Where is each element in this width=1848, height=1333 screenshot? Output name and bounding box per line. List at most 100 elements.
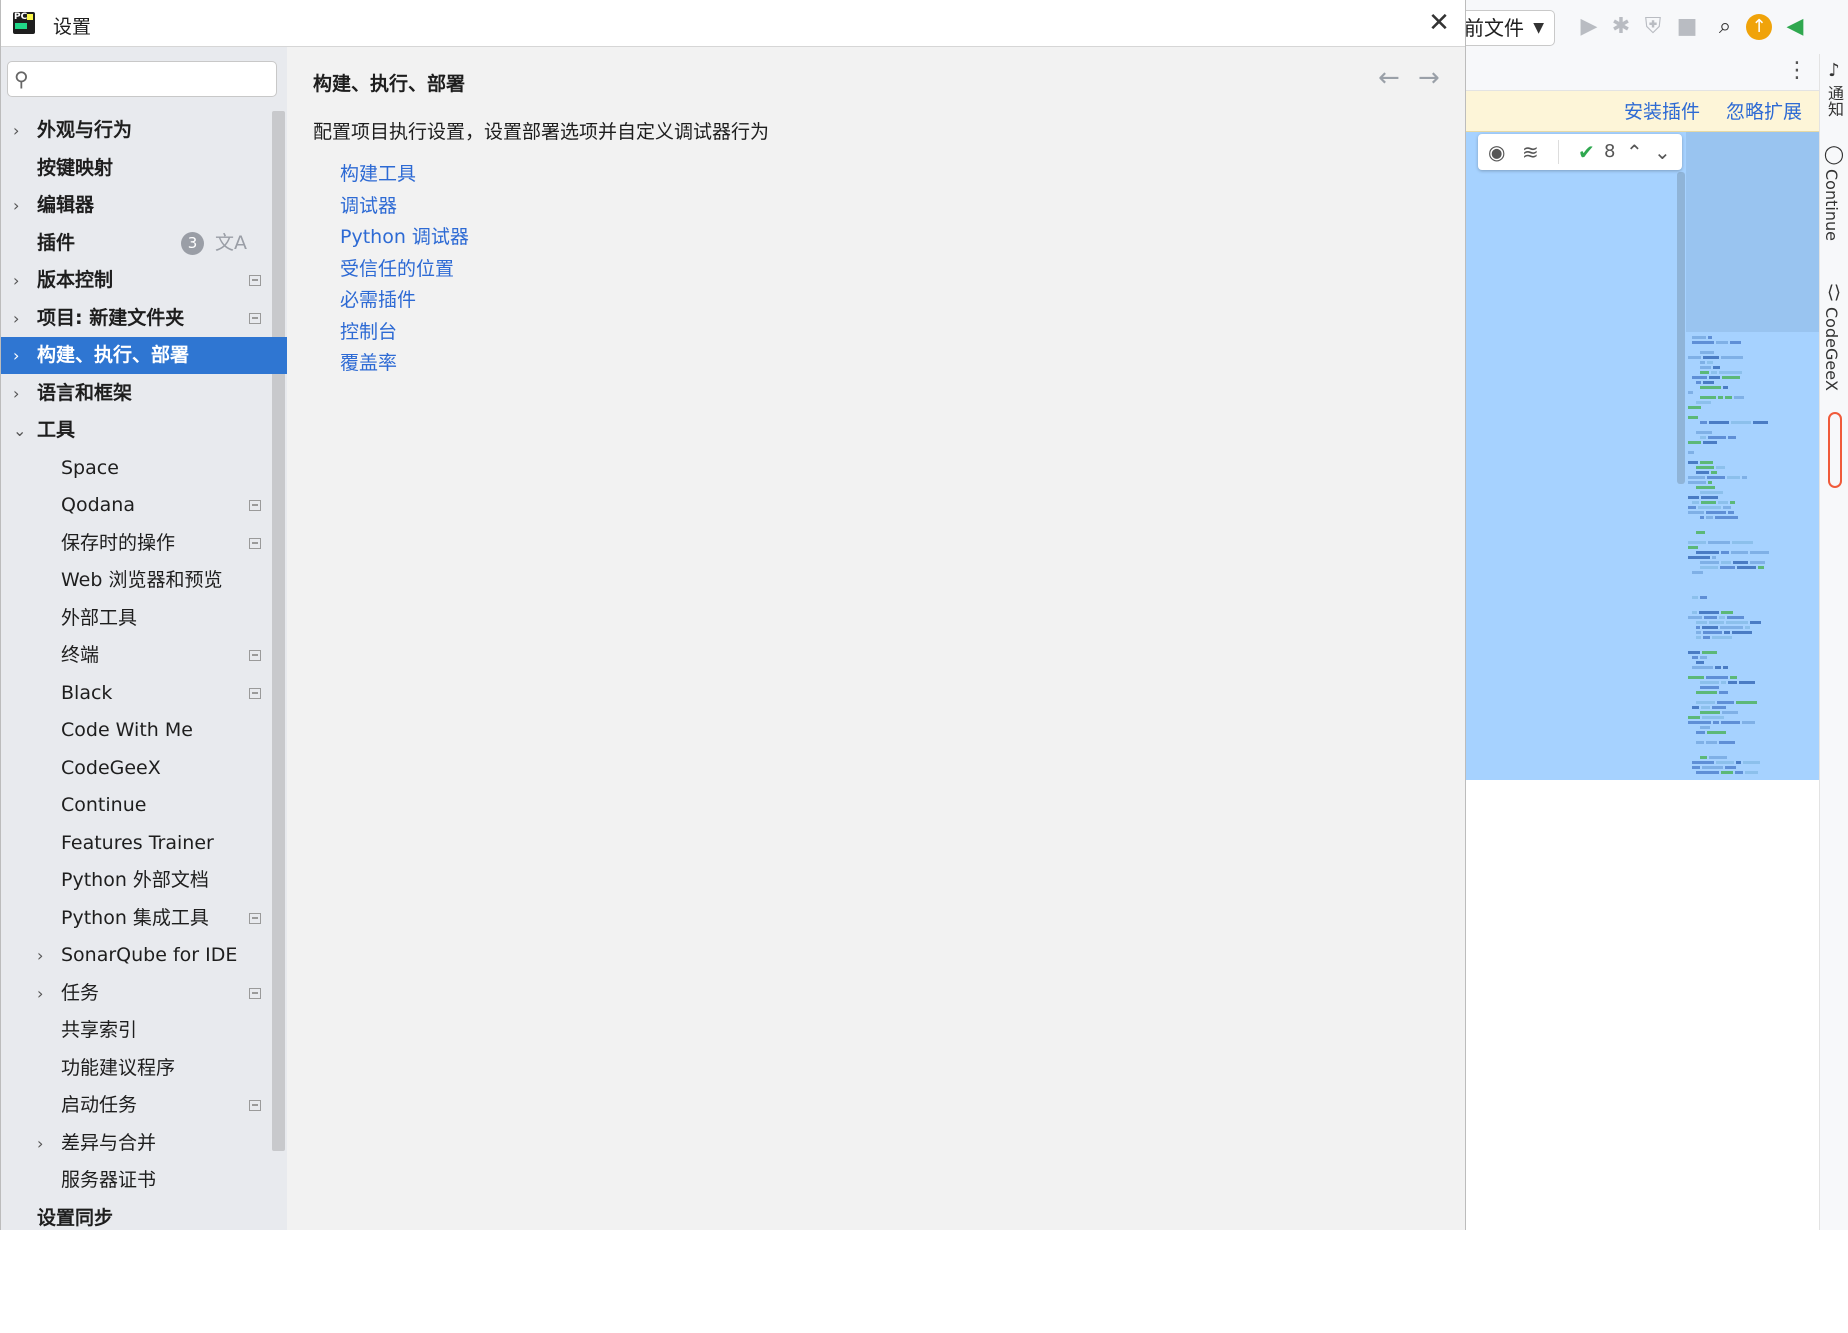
coverage-icon[interactable]: ⛨ bbox=[1638, 12, 1668, 42]
update-icon[interactable]: ↑ bbox=[1746, 14, 1772, 40]
codegeex-tool[interactable]: ⟨⟩ CodeGeeX bbox=[1822, 282, 1846, 391]
install-plugin-link[interactable]: 安装插件 bbox=[1624, 97, 1700, 124]
minimap-code-line bbox=[1709, 376, 1720, 379]
chevron-right-icon[interactable]: › bbox=[13, 375, 19, 412]
project-settings-icon bbox=[249, 275, 261, 286]
subpage-link[interactable]: 控制台 bbox=[340, 317, 397, 344]
sidebar-item-11[interactable]: 保存时的操作 bbox=[1, 525, 287, 562]
code-editor[interactable]: ◉ ≋ ✔ 8 ⌃ ⌄ 知乎 @涂鸦 bbox=[1464, 132, 1820, 1330]
stop-icon[interactable]: ■ bbox=[1672, 12, 1702, 42]
sidebar-item-13[interactable]: 外部工具 bbox=[1, 600, 287, 637]
memory-indicator[interactable] bbox=[1828, 412, 1842, 488]
sidebar-item-5[interactable]: › 项目: 新建文件夹 bbox=[1, 300, 287, 337]
minimap-code-line bbox=[1700, 436, 1706, 439]
minimap-code-line bbox=[1722, 376, 1740, 379]
sidebar-item-3[interactable]: 插件 3 文A bbox=[1, 225, 287, 262]
minimap-code-line bbox=[1688, 356, 1701, 359]
chevron-right-icon[interactable]: › bbox=[13, 262, 19, 299]
minimap-code-line bbox=[1717, 701, 1734, 704]
sidebar-item-26[interactable]: 启动任务 bbox=[1, 1087, 287, 1124]
sidebar-item-12[interactable]: Web 浏览器和预览 bbox=[1, 562, 287, 599]
chevron-right-icon[interactable]: › bbox=[13, 187, 19, 224]
chevron-right-icon[interactable]: › bbox=[37, 1125, 43, 1162]
editor-scrollbar[interactable] bbox=[1677, 172, 1685, 484]
chevron-right-icon[interactable]: › bbox=[13, 337, 19, 374]
ignore-extension-link[interactable]: 忽略扩展 bbox=[1726, 97, 1802, 124]
sidebar-item-23[interactable]: › 任务 bbox=[1, 975, 287, 1012]
minimap-code-line bbox=[1732, 541, 1753, 544]
search-icon[interactable]: ⌕ bbox=[1710, 12, 1740, 42]
sidebar-item-20[interactable]: Python 外部文档 bbox=[1, 862, 287, 899]
forward-arrow-icon[interactable]: → bbox=[1418, 63, 1440, 93]
search-input[interactable] bbox=[42, 66, 272, 92]
pycharm-icon: PC bbox=[13, 12, 35, 34]
run-config-dropdown[interactable]: 前文件 ▼ bbox=[1464, 10, 1555, 46]
project-settings-icon bbox=[249, 500, 261, 511]
close-button[interactable]: ✕ bbox=[1423, 8, 1455, 38]
sidebar-item-9[interactable]: Space bbox=[1, 450, 287, 487]
sidebar-item-6[interactable]: › 构建、执行、部署 bbox=[1, 337, 287, 374]
minimap-code-line bbox=[1702, 651, 1717, 654]
sidebar-item-28[interactable]: 服务器证书 bbox=[1, 1162, 287, 1199]
chevron-right-icon[interactable]: › bbox=[37, 937, 43, 974]
chevron-down-icon[interactable]: ⌄ bbox=[13, 412, 26, 449]
sidebar-item-label: SonarQube for IDE bbox=[61, 944, 238, 966]
subpage-link[interactable]: 必需插件 bbox=[340, 285, 416, 312]
minimap-code-line bbox=[1688, 416, 1698, 419]
chevron-right-icon[interactable]: › bbox=[13, 300, 19, 337]
next-icon[interactable]: ⌄ bbox=[1654, 138, 1671, 166]
minimap-code-line bbox=[1692, 656, 1698, 659]
subpage-link[interactable]: 覆盖率 bbox=[340, 348, 397, 375]
chevron-right-icon[interactable]: › bbox=[37, 975, 43, 1012]
sidebar-item-27[interactable]: › 差异与合并 bbox=[1, 1125, 287, 1162]
minimap-code-line bbox=[1692, 666, 1713, 669]
sidebar-item-21[interactable]: Python 集成工具 bbox=[1, 900, 287, 937]
sidebar-item-22[interactable]: › SonarQube for IDE bbox=[1, 937, 287, 974]
subpage-link[interactable]: 受信任的位置 bbox=[340, 254, 454, 281]
eye-off-icon[interactable]: ◉ bbox=[1488, 138, 1505, 166]
minimap-code-line bbox=[1688, 461, 1698, 464]
minimap-code-line bbox=[1700, 711, 1720, 714]
previous-icon[interactable]: ⌃ bbox=[1626, 138, 1643, 166]
minimap-code-line bbox=[1692, 706, 1699, 709]
minimap-code-line bbox=[1696, 471, 1709, 474]
minimap-code-line bbox=[1688, 511, 1704, 514]
sidebar-item-4[interactable]: › 版本控制 bbox=[1, 262, 287, 299]
chevron-right-icon[interactable]: › bbox=[13, 112, 19, 149]
run-icon[interactable]: ▶ bbox=[1574, 12, 1604, 42]
codegeex-logo-icon[interactable]: ◀ bbox=[1780, 12, 1810, 42]
minimap-code-line bbox=[1688, 481, 1706, 484]
debug-icon[interactable]: ✱ bbox=[1606, 12, 1636, 42]
codegeex-label: CodeGeeX bbox=[1822, 307, 1841, 392]
settings-search[interactable]: ⚲ bbox=[7, 61, 277, 97]
sidebar-item-label: CodeGeeX bbox=[61, 756, 161, 779]
dialog-title: 设置 bbox=[53, 16, 92, 38]
sidebar-item-1[interactable]: 按键映射 bbox=[1, 150, 287, 187]
sidebar-item-10[interactable]: Qodana bbox=[1, 487, 287, 524]
subpage-link[interactable]: 构建工具 bbox=[340, 159, 416, 186]
sidebar-item-24[interactable]: 共享索引 bbox=[1, 1012, 287, 1049]
sidebar-item-19[interactable]: Features Trainer bbox=[1, 825, 287, 862]
spellcheck-icon[interactable]: ≋ bbox=[1522, 138, 1539, 166]
minimap-code-line bbox=[1688, 716, 1700, 719]
sidebar-item-8[interactable]: ⌄ 工具 bbox=[1, 412, 287, 449]
back-arrow-icon[interactable]: ← bbox=[1378, 63, 1400, 93]
sidebar-item-7[interactable]: › 语言和框架 bbox=[1, 375, 287, 412]
sidebar-item-14[interactable]: 终端 bbox=[1, 637, 287, 674]
continue-tool[interactable]: ◯ Continue bbox=[1822, 144, 1846, 241]
minimap-code-line bbox=[1713, 366, 1720, 369]
minimap-code-line bbox=[1688, 721, 1711, 724]
sidebar-item-17[interactable]: CodeGeeX bbox=[1, 750, 287, 787]
sidebar-item-0[interactable]: › 外观与行为 bbox=[1, 112, 287, 149]
sidebar-item-29[interactable]: 设置同步 bbox=[1, 1200, 287, 1231]
notifications-tool[interactable]: ♪ 通知 bbox=[1822, 60, 1846, 117]
sidebar-item-2[interactable]: › 编辑器 bbox=[1, 187, 287, 224]
sidebar-item-15[interactable]: Black bbox=[1, 675, 287, 712]
subpage-link[interactable]: Python 调试器 bbox=[340, 222, 469, 249]
minimap-viewport[interactable] bbox=[1686, 132, 1820, 332]
sidebar-item-18[interactable]: Continue bbox=[1, 787, 287, 824]
sidebar-item-16[interactable]: Code With Me bbox=[1, 712, 287, 749]
more-options-icon[interactable]: ⋮ bbox=[1786, 58, 1808, 83]
sidebar-item-25[interactable]: 功能建议程序 bbox=[1, 1050, 287, 1087]
subpage-link[interactable]: 调试器 bbox=[340, 191, 397, 218]
